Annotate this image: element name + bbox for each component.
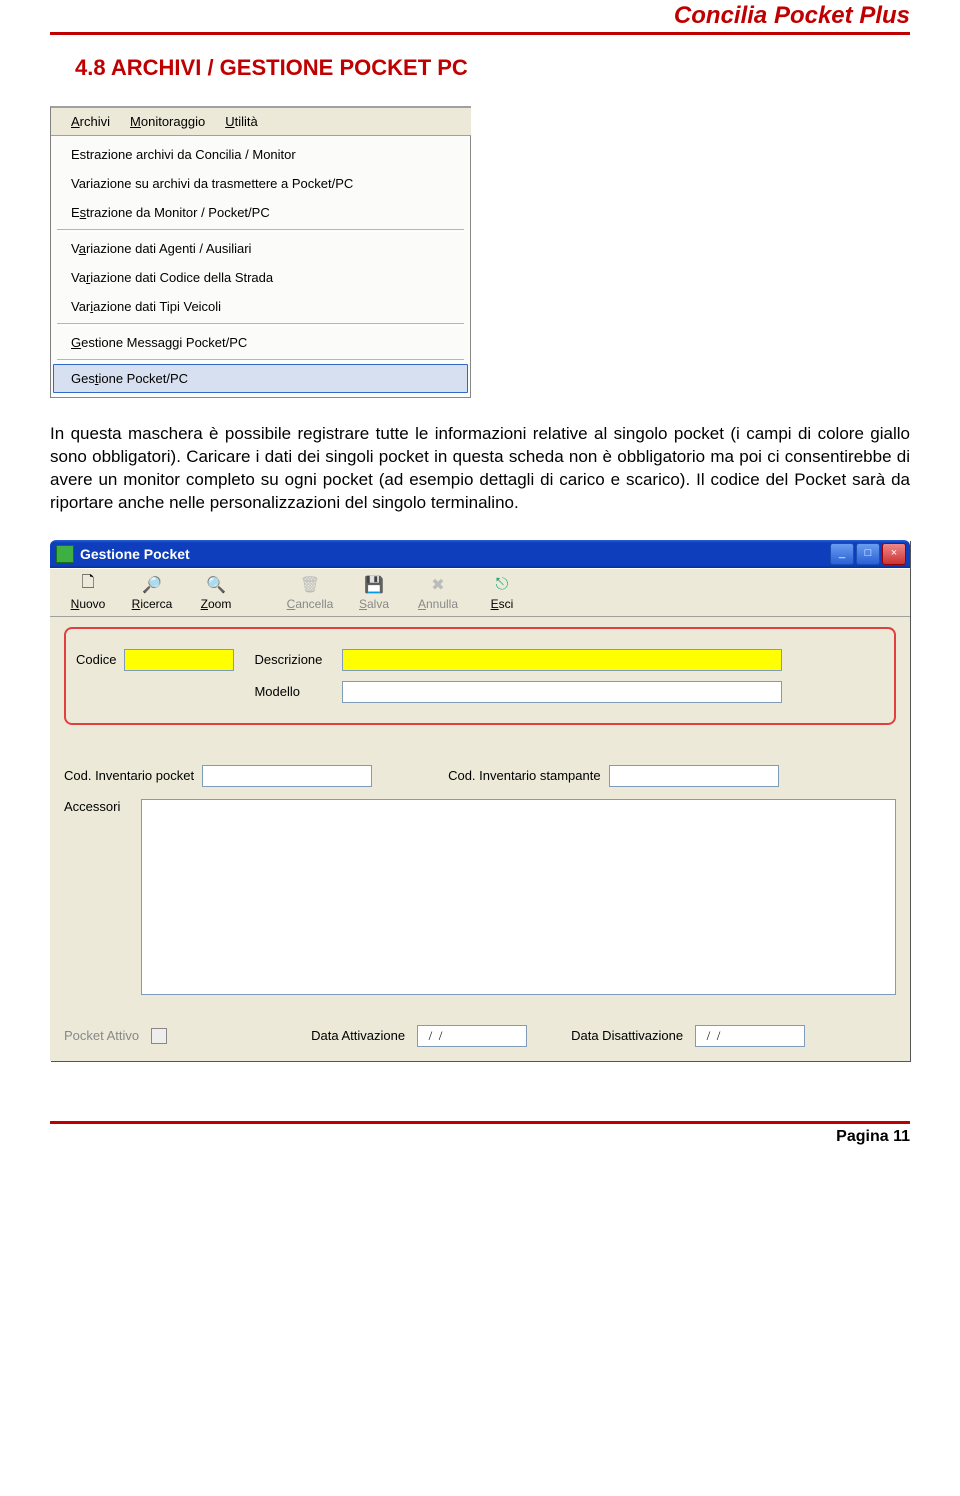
- chk-pocket-attivo: [151, 1028, 167, 1044]
- input-codice[interactable]: [124, 649, 234, 671]
- required-group: Codice Descrizione Modello: [64, 627, 896, 725]
- page-footer: Pagina 11: [50, 1121, 910, 1146]
- menu-screenshot: Archivi Monitoraggio Utilità Estrazione …: [50, 106, 471, 398]
- trash-icon: 🗑: [299, 574, 321, 596]
- minimize-button[interactable]: _: [830, 543, 854, 565]
- input-data-dis[interactable]: [695, 1025, 805, 1047]
- menu-archivi[interactable]: Archivi: [71, 114, 110, 129]
- doc-header-title: Concilia Pocket Plus: [50, 0, 910, 35]
- tb-nuovo[interactable]: 🗋 Nuovo: [56, 572, 120, 613]
- app-icon: [56, 545, 74, 563]
- save-icon: 💾: [363, 574, 385, 596]
- maximize-button[interactable]: □: [856, 543, 880, 565]
- input-modello[interactable]: [342, 681, 782, 703]
- lbl-codice: Codice: [76, 652, 116, 667]
- dd-separator: [57, 359, 464, 362]
- window-gestione-pocket: Gestione Pocket _ □ × 🗋 Nuovo 🔎 Ricerca …: [50, 540, 910, 1061]
- window-title: Gestione Pocket: [80, 546, 190, 562]
- tb-annulla: ✖ Annulla: [406, 572, 470, 613]
- dd-var-agenti[interactable]: Variazione dati Agenti / Ausiliari: [53, 234, 468, 263]
- lbl-data-dis: Data Disattivazione: [571, 1028, 683, 1043]
- lbl-modello: Modello: [254, 684, 334, 699]
- toolbar: 🗋 Nuovo 🔎 Ricerca 🔍 Zoom 🗑 Cancella 💾 Sa…: [50, 568, 910, 617]
- lbl-codinv-pocket: Cod. Inventario pocket: [64, 768, 194, 783]
- tb-salva: 💾 Salva: [342, 572, 406, 613]
- exit-icon: ⎋: [491, 574, 513, 596]
- new-icon: 🗋: [77, 574, 99, 596]
- lbl-accessori: Accessori: [64, 799, 133, 814]
- dd-variazione-archivi[interactable]: Variazione su archivi da trasmettere a P…: [53, 169, 468, 198]
- cancel-icon: ✖: [427, 574, 449, 596]
- input-codinv-stamp[interactable]: [609, 765, 779, 787]
- lbl-codinv-stamp: Cod. Inventario stampante: [448, 768, 600, 783]
- dd-gestione-pocket[interactable]: Gestione Pocket/PC: [53, 364, 468, 393]
- lbl-data-att: Data Attivazione: [311, 1028, 405, 1043]
- menu-utilita[interactable]: Utilità: [225, 114, 258, 129]
- section-title: 4.8 ARCHIVI / GESTIONE POCKET PC: [75, 55, 910, 81]
- lbl-pocket-attivo: Pocket Attivo: [64, 1028, 139, 1043]
- input-descrizione[interactable]: [342, 649, 782, 671]
- dd-estrazione-concilia[interactable]: Estrazione archivi da Concilia / Monitor: [53, 140, 468, 169]
- dd-separator: [57, 323, 464, 326]
- input-data-att[interactable]: [417, 1025, 527, 1047]
- tb-ricerca[interactable]: 🔎 Ricerca: [120, 572, 184, 613]
- tb-zoom[interactable]: 🔍 Zoom: [184, 572, 248, 613]
- tb-esci[interactable]: ⎋ Esci: [470, 572, 534, 613]
- close-button[interactable]: ×: [882, 543, 906, 565]
- menubar: Archivi Monitoraggio Utilità: [51, 108, 471, 136]
- dd-var-cds[interactable]: Variazione dati Codice della Strada: [53, 263, 468, 292]
- titlebar: Gestione Pocket _ □ ×: [50, 540, 910, 568]
- dropdown: Estrazione archivi da Concilia / Monitor…: [51, 136, 471, 398]
- lbl-descrizione: Descrizione: [254, 652, 334, 667]
- paragraph: In questa maschera è possibile registrar…: [50, 423, 910, 515]
- dd-estrazione-monitor[interactable]: Estrazione da Monitor / Pocket/PC: [53, 198, 468, 227]
- dd-gestione-msg[interactable]: Gestione Messaggi Pocket/PC: [53, 328, 468, 357]
- tb-cancella: 🗑 Cancella: [278, 572, 342, 613]
- menu-monitoraggio[interactable]: Monitoraggio: [130, 114, 205, 129]
- dd-var-veicoli[interactable]: Variazione dati Tipi Veicoli: [53, 292, 468, 321]
- search-icon: 🔎: [141, 574, 163, 596]
- dd-separator: [57, 229, 464, 232]
- input-codinv-pocket[interactable]: [202, 765, 372, 787]
- zoom-icon: 🔍: [205, 574, 227, 596]
- input-accessori[interactable]: [141, 799, 896, 995]
